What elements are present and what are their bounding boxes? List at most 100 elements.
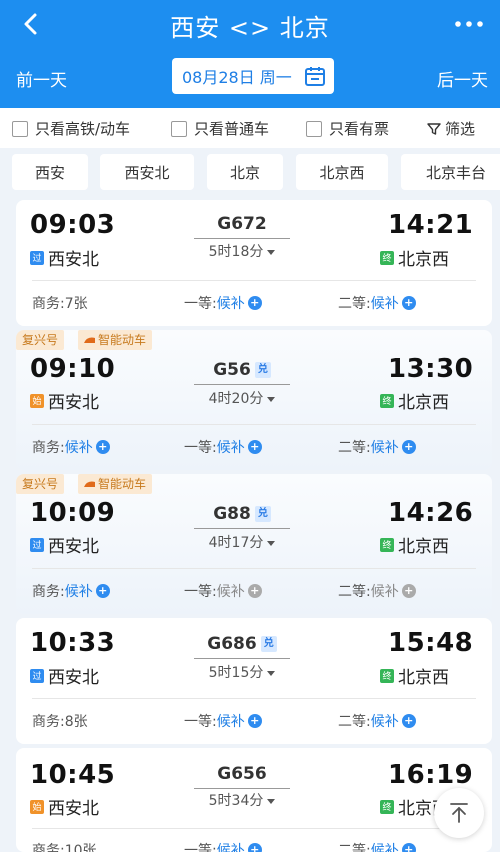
seat-label: 一等: — [184, 440, 217, 456]
seat-first[interactable]: 一等: 候补 + — [184, 711, 262, 731]
seat-business[interactable]: 商务: 候补 + — [32, 437, 110, 457]
caret-down-icon — [267, 798, 276, 804]
seat-second[interactable]: 二等: 候补 + — [338, 711, 416, 731]
plus-icon: + — [401, 714, 416, 728]
duration[interactable]: 4时20分 — [194, 388, 290, 408]
tag-text: 智能动车 — [98, 333, 147, 347]
arrow-up-icon — [450, 803, 468, 823]
duration-text: 5时15分 — [208, 665, 264, 681]
seat-value: 候补 — [370, 440, 399, 456]
seat-value: 7张 — [64, 296, 88, 312]
train-card[interactable]: 复兴号 智能动车 10:09 过 西安北 G88 兑 4时17分 14:26 终 … — [16, 474, 492, 614]
train-icon — [84, 337, 95, 343]
arrival-station: 终 北京西 — [380, 388, 449, 413]
seat-label: 二等: — [338, 714, 371, 730]
train-card[interactable]: 10:33 过 西安北 G686 兑 5时15分 15:48 终 北京西 商务: … — [16, 618, 492, 744]
tag-text: 智能动车 — [98, 477, 147, 491]
more-button[interactable] — [452, 12, 486, 36]
funnel-icon — [427, 122, 441, 135]
back-to-top-button[interactable] — [434, 788, 484, 838]
end-badge: 终 — [380, 799, 394, 814]
date-label: 08月28日 周一 — [182, 68, 292, 87]
plus-icon: + — [247, 296, 262, 310]
seat-label: 商务: — [32, 440, 65, 456]
seat-first[interactable]: 一等: 候补 + — [184, 293, 262, 313]
duration[interactable]: 5时15分 — [194, 662, 290, 682]
train-card[interactable]: 复兴号 智能动车 09:10 始 西安北 G56 兑 4时20分 13:30 终 … — [16, 330, 492, 470]
departure-time: 10:45 — [30, 760, 116, 790]
station-name: 西安北 — [48, 393, 99, 413]
filter-bar: 只看高铁/动车 只看普通车 只看有票 筛选 — [0, 108, 500, 148]
seat-value: 候补 — [370, 843, 399, 852]
station-chip[interactable]: 西安北 — [100, 154, 194, 190]
divider — [32, 698, 476, 699]
seat-business[interactable]: 商务: 候补 + — [32, 581, 110, 601]
end-badge: 终 — [380, 250, 394, 265]
seat-label: 商务: — [32, 296, 65, 312]
seat-value: 10张 — [64, 843, 97, 852]
departure-station: 过 西安北 — [30, 663, 99, 688]
arrival-time: 14:21 — [388, 210, 474, 240]
arrival-time: 13:30 — [388, 354, 474, 384]
plus-icon: + — [247, 440, 262, 454]
seat-label: 一等: — [184, 714, 217, 730]
station-chip[interactable]: 北京丰台 — [401, 154, 500, 190]
more-dots-icon — [455, 21, 483, 27]
filter-available[interactable]: 只看有票 — [306, 118, 389, 139]
seat-label: 商务: — [32, 714, 65, 730]
plus-icon: + — [247, 843, 262, 852]
seat-label: 一等: — [184, 584, 217, 600]
station-name: 北京西 — [398, 537, 449, 557]
plus-icon: + — [401, 843, 416, 852]
filter-button[interactable]: 筛选 — [426, 118, 475, 139]
seat-second[interactable]: 二等: 候补 + — [338, 293, 416, 313]
duration[interactable]: 4时17分 — [194, 532, 290, 552]
route-line — [194, 528, 290, 529]
duration[interactable]: 5时18分 — [194, 241, 290, 261]
arrival-station: 终 北京西 — [380, 663, 449, 688]
seat-value: 候补 — [216, 584, 245, 600]
arrival-time: 16:19 — [388, 760, 474, 790]
station-name: 北京西 — [398, 393, 449, 413]
train-card[interactable]: 09:03 过 西安北 G672 5时18分 14:21 终 北京西 商务: 7… — [16, 200, 492, 326]
plus-icon: + — [401, 296, 416, 310]
filter-label: 只看普通车 — [194, 120, 270, 138]
departure-time: 10:33 — [30, 628, 116, 658]
seat-label: 二等: — [338, 584, 371, 600]
seat-label: 商务: — [32, 843, 65, 852]
exchange-badge: 兑 — [254, 506, 271, 522]
station-name: 西安北 — [48, 799, 99, 819]
departure-station: 过 西安北 — [30, 245, 99, 270]
next-day-button[interactable]: 后一天 — [437, 66, 488, 91]
seat-first[interactable]: 一等: 候补 + — [184, 840, 262, 852]
seat-second[interactable]: 二等: 候补 + — [338, 437, 416, 457]
departure-station: 始 西安北 — [30, 388, 99, 413]
seat-value: 候补 — [370, 584, 399, 600]
train-number: G56 兑 — [194, 360, 290, 380]
train-number: G656 — [194, 764, 290, 784]
train-number: G672 — [194, 214, 290, 234]
train-card[interactable]: 10:45 始 西安北 G656 5时34分 16:19 终 北京西 商务: 1… — [16, 748, 492, 852]
departure-time: 09:03 — [30, 210, 116, 240]
date-picker[interactable]: 08月28日 周一 — [172, 58, 334, 94]
exchange-badge: 兑 — [254, 362, 271, 378]
divider — [32, 280, 476, 281]
train-number-text: G88 — [213, 504, 251, 524]
station-name: 北京西 — [398, 250, 449, 270]
seat-first[interactable]: 一等: 候补 + — [184, 437, 262, 457]
filter-normal-train[interactable]: 只看普通车 — [171, 118, 269, 139]
route-line — [194, 384, 290, 385]
station-chip[interactable]: 北京 — [207, 154, 283, 190]
station-chip[interactable]: 西安 — [12, 154, 88, 190]
seat-second[interactable]: 二等: 候补 + — [338, 840, 416, 852]
start-badge: 始 — [30, 799, 44, 814]
seat-value: 候补 — [216, 296, 245, 312]
arrival-time: 15:48 — [388, 628, 474, 658]
filter-high-speed[interactable]: 只看高铁/动车 — [12, 118, 130, 139]
prev-day-button[interactable]: 前一天 — [16, 66, 67, 91]
seat-label: 二等: — [338, 440, 371, 456]
seat-value: 候补 — [370, 296, 399, 312]
seat-value: 候补 — [216, 843, 245, 852]
duration[interactable]: 5时34分 — [194, 790, 290, 810]
station-chip[interactable]: 北京西 — [296, 154, 388, 190]
